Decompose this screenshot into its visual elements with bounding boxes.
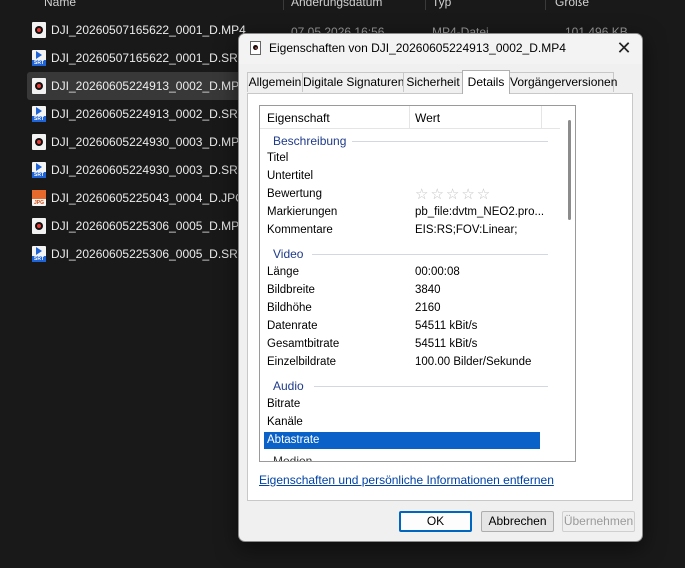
file-name: DJI_20260605224930_0003_D.MP4 (51, 135, 246, 149)
column-separator[interactable] (283, 0, 284, 10)
column-header-type[interactable]: Typ (432, 0, 451, 9)
properties-dialog: Eigenschaften von DJI_20260605224913_000… (238, 33, 643, 542)
mp4-file-icon (32, 78, 46, 94)
column-divider (409, 106, 410, 128)
column-header-size[interactable]: Größe (555, 0, 589, 9)
property-list-scrollbar[interactable] (563, 106, 575, 461)
rating-stars-icon[interactable]: ☆☆☆☆☆ (415, 186, 492, 203)
srt-file-icon: SRT (32, 50, 46, 66)
file-row[interactable]: DJI_20260507165622_0001_D.MP4 (27, 16, 246, 44)
file-name: DJI_20260605225306_0005_D.SRT (51, 247, 245, 261)
column-header-date[interactable]: Änderungsdatum (291, 0, 382, 9)
column-header-name[interactable]: Name (44, 0, 76, 9)
tab-digitale-signaturen[interactable]: Digitale Signaturen (302, 72, 404, 92)
dialog-titlebar[interactable]: Eigenschaften von DJI_20260605224913_000… (239, 34, 642, 64)
property-row-einzelbildrate[interactable]: Einzelbildrate 100.00 Bilder/Sekunde (264, 354, 540, 371)
tab-vorgaengerversionen[interactable]: Vorgängerversionen (509, 72, 617, 92)
column-header-property[interactable]: Eigenschaft (267, 111, 330, 125)
jpg-file-icon: JPG (32, 190, 46, 206)
tab-allgemein[interactable]: Allgemein (247, 72, 303, 92)
property-row-bitrate[interactable]: Bitrate (264, 396, 540, 413)
property-list: Eigenschaft Wert Beschreibung Titel Unte… (259, 105, 576, 462)
video-file-icon (250, 41, 261, 55)
property-row-titel[interactable]: Titel (264, 150, 540, 167)
property-row-laenge[interactable]: Länge 00:00:08 (264, 264, 540, 281)
file-row[interactable]: SRT DJI_20260507165622_0001_D.SRT (27, 44, 245, 72)
section-video: Video (273, 247, 304, 261)
column-header-bar: Name Änderungsdatum Typ Größe (0, 0, 685, 10)
srt-file-icon: SRT (32, 246, 46, 262)
srt-file-icon: SRT (32, 106, 46, 122)
column-header-value[interactable]: Wert (415, 111, 440, 125)
property-row-datenrate[interactable]: Datenrate 54511 kBit/s (264, 318, 540, 335)
section-divider (314, 386, 548, 387)
tab-details[interactable]: Details (462, 70, 510, 94)
file-row[interactable]: JPG DJI_20260605225043_0004_D.JPG (27, 184, 245, 212)
file-name: DJI_20260605225306_0005_D.MP4 (51, 219, 246, 233)
section-divider (352, 141, 548, 142)
property-row-bewertung[interactable]: Bewertung ☆☆☆☆☆ (264, 186, 540, 203)
section-beschreibung: Beschreibung (273, 134, 347, 148)
ok-button[interactable]: OK (399, 511, 472, 532)
file-row[interactable]: SRT DJI_20260605224913_0002_D.SRT (27, 100, 245, 128)
property-row-abtastrate[interactable]: Abtastrate (264, 432, 540, 449)
property-row-untertitel[interactable]: Untertitel (264, 168, 540, 185)
mp4-file-icon (32, 134, 46, 150)
column-separator[interactable] (545, 0, 546, 10)
apply-button[interactable]: Übernehmen (562, 511, 635, 532)
file-name: DJI_20260605225043_0004_D.JPG (51, 191, 245, 205)
property-row-gesamtbitrate[interactable]: Gesamtbitrate 54511 kBit/s (264, 336, 540, 353)
property-row-kommentare[interactable]: Kommentare EIS:RS;FOV:Linear; (264, 222, 540, 239)
srt-file-icon: SRT (32, 162, 46, 178)
close-button[interactable]: ✕ (612, 37, 636, 61)
mp4-file-icon (32, 22, 46, 38)
file-name: DJI_20260605224913_0002_D.MP4 (51, 79, 246, 93)
dialog-title: Eigenschaften von DJI_20260605224913_000… (269, 41, 566, 55)
column-separator[interactable] (425, 0, 426, 10)
file-row[interactable]: DJI_20260605224930_0003_D.MP4 (27, 128, 246, 156)
section-medien: Medien (273, 454, 313, 462)
property-list-header: Eigenschaft Wert (260, 106, 560, 129)
remove-properties-link[interactable]: Eigenschaften und persönliche Informatio… (259, 473, 554, 487)
file-row[interactable]: SRT DJI_20260605224930_0003_D.SRT (27, 156, 245, 184)
file-name: DJI_20260507165622_0001_D.SRT (51, 51, 245, 65)
file-name: DJI_20260605224913_0002_D.SRT (51, 107, 245, 121)
file-row-selected[interactable]: DJI_20260605224913_0002_D.MP4 (27, 72, 246, 100)
tab-sicherheit[interactable]: Sicherheit (403, 72, 463, 92)
column-divider (541, 106, 542, 128)
property-row-markierungen[interactable]: Markierungen pb_file:dvtm_NEO2.pro... (264, 204, 544, 221)
file-name: DJI_20260507165622_0001_D.MP4 (51, 23, 246, 37)
section-audio: Audio (273, 379, 304, 393)
mp4-file-icon (32, 218, 46, 234)
file-row[interactable]: DJI_20260605225306_0005_D.MP4 (27, 212, 246, 240)
property-row-bildhoehe[interactable]: Bildhöhe 2160 (264, 300, 540, 317)
file-list: DJI_20260507165622_0001_D.MP4 SRT DJI_20… (27, 16, 246, 268)
cancel-button[interactable]: Abbrechen (481, 511, 554, 532)
property-row-bildbreite[interactable]: Bildbreite 3840 (264, 282, 540, 299)
scrollbar-thumb[interactable] (568, 120, 571, 220)
file-name: DJI_20260605224930_0003_D.SRT (51, 163, 245, 177)
property-row-kanaele[interactable]: Kanäle (264, 414, 540, 431)
file-row[interactable]: SRT DJI_20260605225306_0005_D.SRT (27, 240, 245, 268)
section-divider (312, 254, 548, 255)
